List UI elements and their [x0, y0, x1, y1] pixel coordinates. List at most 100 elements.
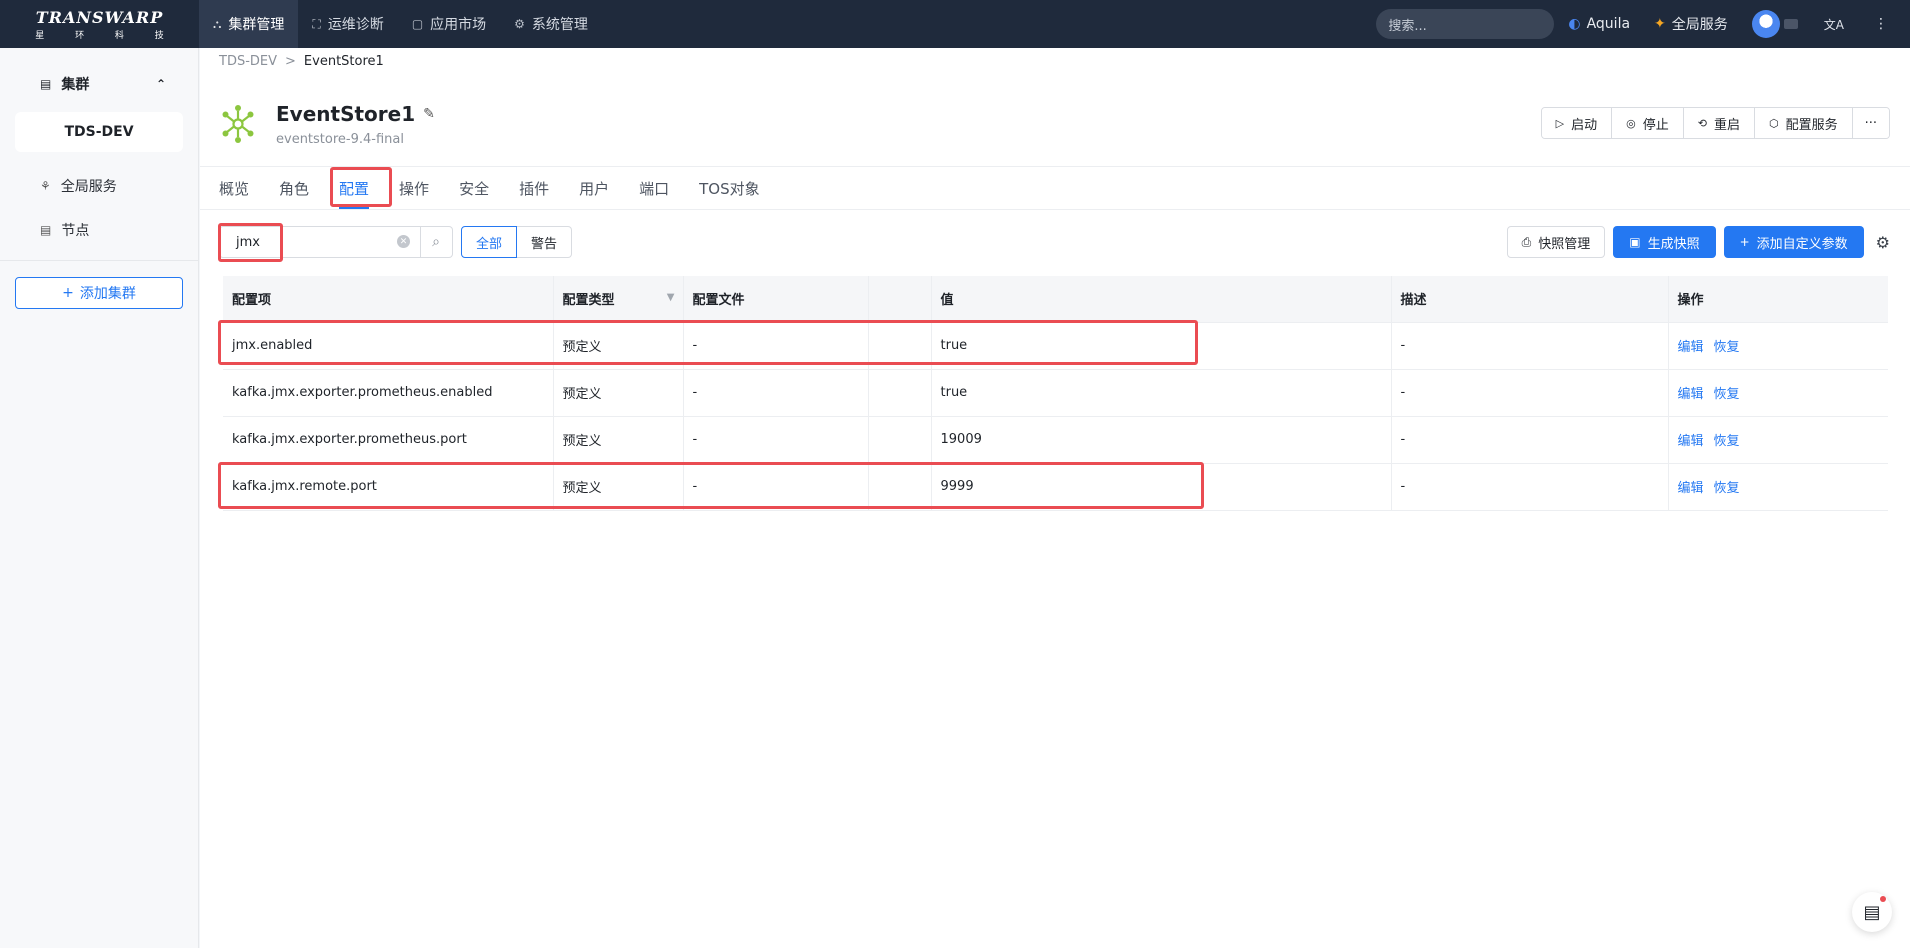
cell-config-type: 预定义 [553, 369, 684, 417]
tab-plugins[interactable]: 插件 [519, 167, 549, 209]
tab-ports[interactable]: 端口 [639, 167, 669, 209]
service-title: EventStore1 ✎ [276, 102, 435, 126]
topnav-cluster-management[interactable]: ⛬ 集群管理 [199, 0, 299, 48]
cell-config-value[interactable]: 19009 [931, 416, 1392, 464]
column-header-config-type: 配置类型 ▼ [553, 276, 684, 323]
plus-icon: + [1739, 235, 1750, 249]
edit-link[interactable]: 编辑 [1678, 434, 1704, 449]
filter-warning-button[interactable]: 警告 [517, 226, 573, 258]
topnav-system-management[interactable]: ⚙ 系统管理 [500, 0, 602, 48]
search-icon: ⌕ [432, 234, 440, 250]
main-content: TDS-DEV > EventStore1 EventStore1 ✎ events… [200, 48, 1910, 948]
top-nav: ⛬ 集群管理 ⛶ 运维诊断 ▢ 应用市场 ⚙ 系统管理 [199, 0, 602, 48]
service-action-group: ▷ 启动 ◎ 停止 ⟲ 重启 ⬡ 配置服务 ··· [1540, 107, 1890, 139]
diagnose-icon: ⛶ [312, 16, 321, 31]
sidebar-item-nodes[interactable]: ▤ 节点 [0, 208, 198, 252]
cluster-icon: ⛬ [213, 16, 222, 31]
floating-document-button[interactable]: ▤ [1852, 892, 1892, 932]
more-vertical-icon[interactable]: ⋮ [1874, 16, 1888, 32]
snapshot-icon: ⎙ [1521, 234, 1532, 249]
cell-config-type: 预定义 [553, 416, 684, 464]
eventstore-logo-icon [222, 105, 254, 143]
sidebar-item-tds-dev[interactable]: TDS-DEV [15, 112, 183, 152]
sidebar-item-global-services[interactable]: ⚘ 全局服务 [0, 164, 198, 208]
breadcrumb-current: EventStore1 [303, 54, 384, 69]
document-icon: ▤ [1863, 901, 1881, 923]
user-name-redacted[interactable] [1783, 19, 1798, 29]
sidebar-divider [0, 260, 198, 261]
filter-all-button[interactable]: 全部 [461, 226, 518, 258]
cell-description: - [1391, 463, 1669, 511]
edit-link[interactable]: 编辑 [1678, 340, 1704, 355]
configure-service-label: 配置服务 [1785, 117, 1838, 133]
cell-config-value[interactable]: true [931, 369, 1392, 417]
restore-link[interactable]: 恢复 [1714, 434, 1740, 449]
restore-link[interactable]: 恢复 [1714, 387, 1740, 402]
tab-operations[interactable]: 操作 [399, 167, 429, 209]
clear-icon[interactable]: ✕ [397, 235, 410, 248]
snapshot-management-button[interactable]: ⎙ 快照管理 [1506, 226, 1606, 258]
user-avatar[interactable] [1751, 10, 1780, 38]
stop-icon: ◎ [1626, 116, 1636, 130]
search-placeholder: 搜索... [1388, 18, 1427, 34]
add-cluster-button[interactable]: + 添加集群 [15, 277, 183, 309]
stop-button[interactable]: ◎ 停止 [1612, 108, 1684, 138]
start-button[interactable]: ▷ 启动 [1541, 108, 1613, 138]
topnav-label: 运维诊断 [327, 17, 384, 33]
cell-config-key: kafka.jmx.exporter.prometheus.enabled [223, 369, 554, 417]
cell-description: - [1391, 322, 1669, 370]
generate-snapshot-button[interactable]: ▣ 生成快照 [1613, 226, 1716, 258]
topnav-ops-diagnose[interactable]: ⛶ 运维诊断 [298, 0, 397, 48]
restore-link[interactable]: 恢复 [1714, 481, 1740, 496]
top-bar: TRANSWARP 星 环 科 技 ⛬ 集群管理 ⛶ 运维诊断 ▢ 应用市场 ⚙… [0, 0, 1910, 48]
top-right-area: 搜索... ◐ Aquila ✦ 全局服务 文A ⋮ [1376, 0, 1910, 48]
breadcrumb-separator: > [285, 54, 296, 69]
column-header-label: 配置类型 [562, 293, 615, 309]
restart-button[interactable]: ⟲ 重启 [1683, 108, 1755, 138]
edit-link[interactable]: 编辑 [1678, 481, 1704, 496]
settings-gear-icon[interactable]: ⚙ [1876, 233, 1890, 252]
restart-label: 重启 [1713, 117, 1740, 133]
edit-pencil-icon[interactable]: ✎ [423, 106, 435, 122]
filter-icon[interactable]: ▼ [667, 292, 675, 303]
cell-config-file: - [683, 369, 869, 417]
tab-roles[interactable]: 角色 [279, 167, 309, 209]
table-row: kafka.jmx.exporter.prometheus.enabled 预定… [223, 369, 1888, 417]
cube-icon: ⬡ [1768, 116, 1779, 130]
sidebar-item-label: 节点 [61, 223, 90, 239]
breadcrumb-parent[interactable]: TDS-DEV [219, 54, 277, 69]
add-custom-param-button[interactable]: + 添加自定义参数 [1723, 226, 1864, 258]
more-actions-button[interactable]: ··· [1852, 108, 1889, 138]
table-row: kafka.jmx.exporter.prometheus.port 预定义 -… [223, 416, 1888, 464]
table-header-row: 配置项 配置类型 ▼ 配置文件 值 描述 操作 [223, 276, 1888, 323]
more-horizontal-icon: ··· [1864, 115, 1877, 131]
service-name: EventStore1 [276, 102, 416, 126]
tab-overview[interactable]: 概览 [219, 167, 249, 209]
add-custom-param-label: 添加自定义参数 [1756, 236, 1848, 252]
highlight-row-jmx-enabled [218, 320, 1198, 365]
column-header-value: 值 [931, 276, 1392, 323]
restore-link[interactable]: 恢复 [1714, 340, 1740, 355]
cluster-list-icon: ▤ [40, 77, 52, 91]
global-services-icon: ✦ [1654, 16, 1666, 32]
sidebar-group-label: 集群 [61, 77, 90, 93]
brand-name: TRANSWARP [35, 7, 164, 27]
configure-service-button[interactable]: ⬡ 配置服务 [1754, 108, 1853, 138]
cell-operations: 编辑 恢复 [1668, 416, 1888, 464]
global-services-link[interactable]: ✦ 全局服务 [1654, 14, 1728, 34]
tab-users[interactable]: 用户 [579, 167, 609, 209]
notification-dot [1880, 896, 1886, 902]
tab-tos-objects[interactable]: TOS对象 [699, 167, 760, 209]
brand-logo[interactable]: TRANSWARP 星 环 科 技 [0, 0, 199, 48]
cell-blank [868, 369, 932, 417]
sidebar-group-cluster[interactable]: ▤ 集群 ⌃ [0, 64, 198, 104]
topnav-label: 应用市场 [430, 17, 487, 33]
language-icon[interactable]: 文A [1824, 16, 1844, 33]
highlight-config-tab [330, 167, 392, 207]
edit-link[interactable]: 编辑 [1678, 387, 1704, 402]
search-button[interactable]: ⌕ [420, 226, 453, 258]
global-search-input[interactable]: 搜索... [1376, 9, 1555, 39]
topnav-app-market[interactable]: ▢ 应用市场 [398, 0, 500, 48]
aquila-link[interactable]: ◐ Aquila [1568, 16, 1630, 32]
tab-security[interactable]: 安全 [459, 167, 489, 209]
